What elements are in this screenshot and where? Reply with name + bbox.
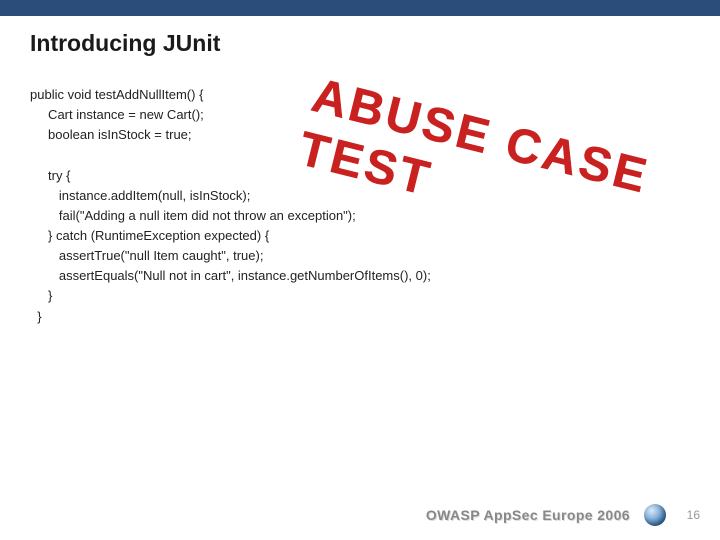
footer: OWASP AppSec Europe 2006 16: [0, 504, 720, 526]
footer-text: OWASP AppSec Europe 2006: [426, 507, 630, 523]
top-bar: [0, 0, 720, 16]
globe-icon: [644, 504, 666, 526]
slide-title: Introducing JUnit: [0, 16, 720, 65]
slide-content: public void testAddNullItem() { Cart ins…: [0, 65, 720, 327]
page-number: 16: [680, 508, 700, 522]
code-block: public void testAddNullItem() { Cart ins…: [30, 85, 690, 327]
